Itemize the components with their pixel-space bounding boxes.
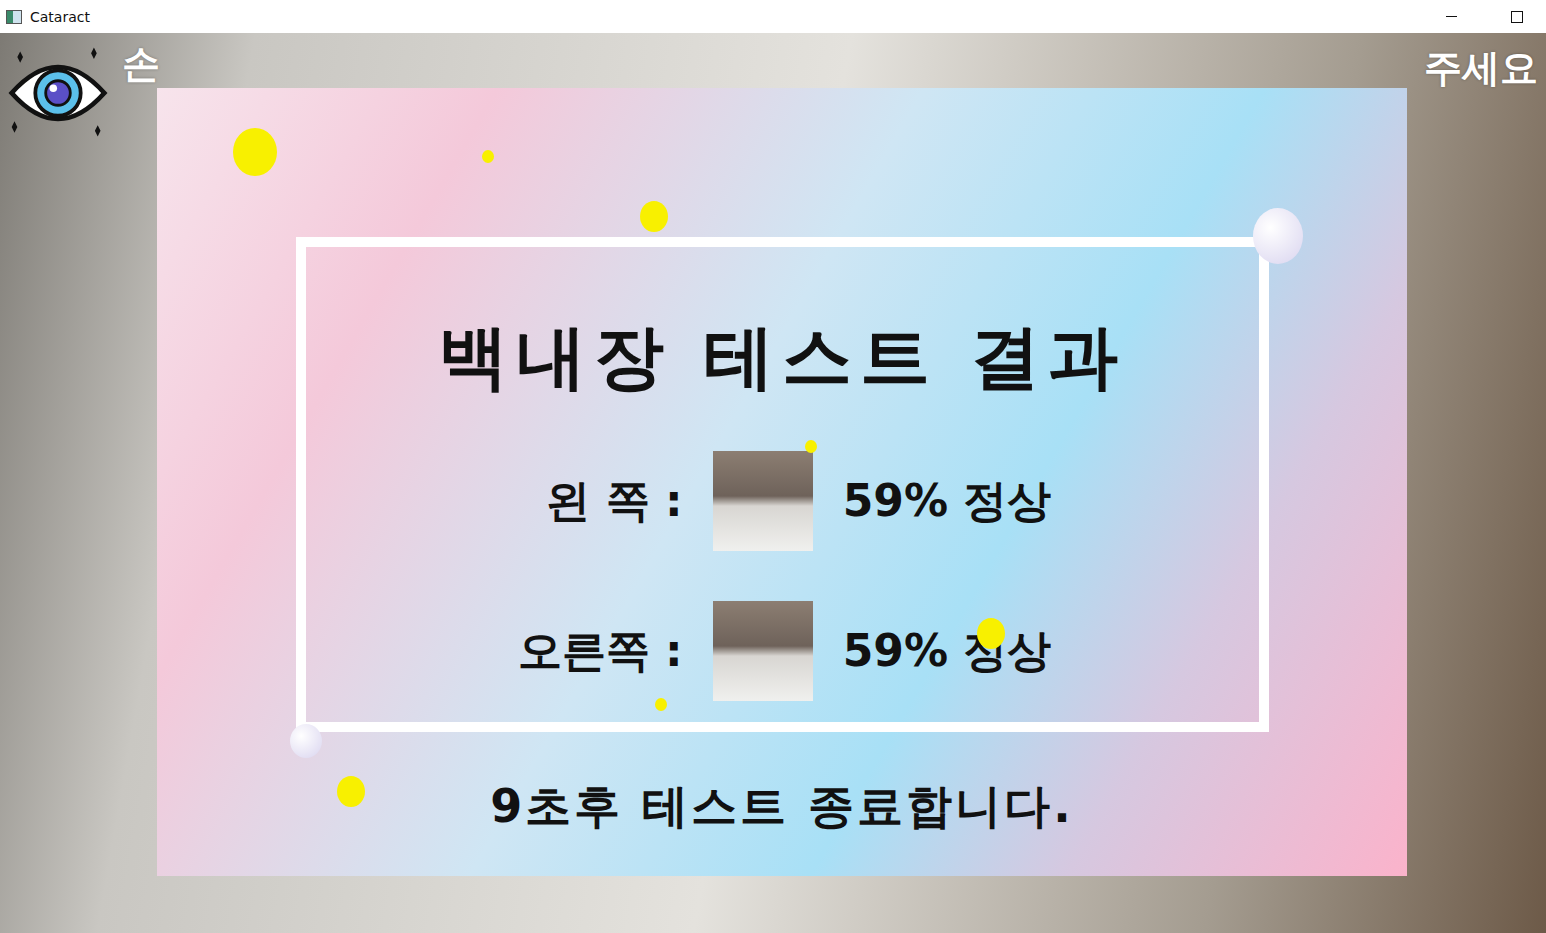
app-icon	[6, 10, 22, 24]
decor-dot	[640, 201, 668, 232]
decor-dot	[482, 150, 494, 163]
minimize-button[interactable]	[1422, 0, 1480, 33]
result-title: 백내장 테스트 결과	[438, 315, 1127, 399]
eye-logo-icon	[6, 45, 110, 141]
decor-dot	[337, 776, 365, 807]
result-card: 백내장 테스트 결과왼 쪽 :59% 정상오른쪽 :59% 정상9초후 테스트 …	[157, 88, 1407, 876]
maximize-icon	[1511, 11, 1523, 23]
eye-reading: 59% 정상	[843, 472, 1052, 531]
decor-dot	[805, 440, 817, 453]
eye-label: 오른쪽 :	[513, 622, 683, 681]
countdown-text: 9초후 테스트 종료합니다.	[490, 776, 1074, 838]
minimize-icon	[1446, 16, 1457, 17]
decor-bubble	[1253, 208, 1303, 264]
maximize-button[interactable]	[1488, 0, 1546, 33]
eye-photo	[713, 601, 813, 701]
banner-text: 주세요	[1424, 49, 1538, 87]
camera-view: 손주세요백내장 테스트 결과왼 쪽 :59% 정상오른쪽 :59% 정상9초후 …	[0, 33, 1546, 933]
result-panel: 백내장 테스트 결과왼 쪽 :59% 정상오른쪽 :59% 정상	[296, 237, 1269, 732]
decor-dot	[233, 128, 277, 176]
banner-text: 손	[122, 45, 160, 83]
eye-result-row: 오른쪽 : 59% 정상	[513, 601, 1052, 701]
decor-dot	[977, 618, 1005, 649]
eye-label: 왼 쪽 :	[513, 472, 683, 531]
title-bar: Cataract	[0, 0, 1546, 33]
decor-dot	[655, 698, 667, 711]
eye-photo	[713, 451, 813, 551]
app-window: Cataract손주세요백내장 테스트 결과왼 쪽 :59% 정상오른쪽 :59…	[0, 0, 1546, 933]
eye-reading: 59% 정상	[843, 622, 1052, 681]
eye-result-row: 왼 쪽 : 59% 정상	[513, 451, 1052, 551]
window-title: Cataract	[30, 9, 90, 25]
decor-bubble	[290, 724, 322, 758]
